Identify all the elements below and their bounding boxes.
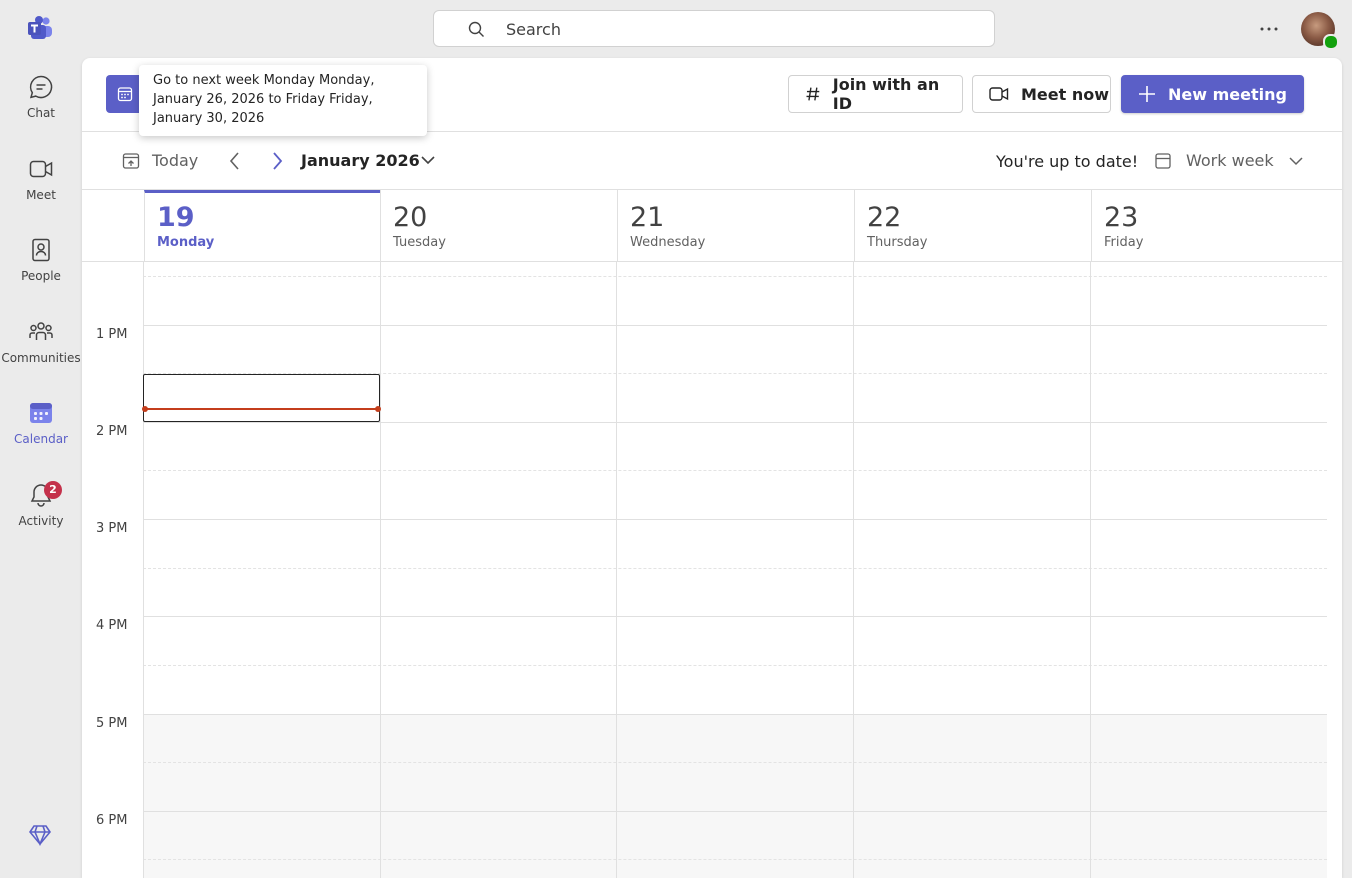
rail-label-communities: Communities bbox=[1, 351, 81, 365]
calendar-panel: Join with an ID Meet now New meeting Tod… bbox=[82, 58, 1342, 878]
video-icon bbox=[989, 87, 1009, 101]
column-divider bbox=[380, 262, 381, 878]
month-label[interactable]: January 2026 bbox=[301, 151, 420, 170]
activity-badge: 2 bbox=[44, 481, 62, 499]
search-box[interactable] bbox=[433, 10, 995, 47]
time-label: 3 PM bbox=[96, 521, 128, 536]
selected-time-slot[interactable] bbox=[143, 374, 380, 422]
hour-line bbox=[143, 325, 1327, 326]
day-name: Monday bbox=[157, 235, 215, 250]
day-header-thursday[interactable]: 22 Thursday bbox=[854, 190, 1091, 262]
day-header-wednesday[interactable]: 21 Wednesday bbox=[617, 190, 854, 262]
half-hour-line bbox=[143, 762, 1327, 763]
more-options-icon[interactable] bbox=[1256, 18, 1282, 40]
half-hour-line bbox=[143, 276, 1327, 277]
rail-item-communities[interactable]: Communities bbox=[0, 319, 82, 387]
app-rail: Chat Meet People Communities Calendar 2 … bbox=[0, 0, 82, 878]
rail-item-calendar[interactable]: Calendar bbox=[0, 400, 82, 468]
previous-week-chevron-icon[interactable] bbox=[228, 151, 242, 171]
day-header-monday[interactable]: 19 Monday bbox=[144, 190, 380, 262]
day-name: Friday bbox=[1104, 235, 1144, 250]
time-label: 1 PM bbox=[96, 327, 128, 342]
rail-label-meet: Meet bbox=[26, 188, 56, 202]
calendar-icon bbox=[30, 403, 52, 423]
presence-available-icon bbox=[1323, 34, 1339, 50]
new-meeting-label: New meeting bbox=[1168, 84, 1287, 104]
premium-diamond-icon[interactable] bbox=[28, 823, 52, 847]
day-headers: 19 Monday 20 Tuesday 21 Wednesday 22 Thu… bbox=[82, 190, 1342, 262]
search-input[interactable] bbox=[506, 17, 966, 41]
current-time-dot bbox=[142, 406, 148, 412]
view-label: Work week bbox=[1186, 151, 1274, 170]
rail-item-activity[interactable]: 2 Activity bbox=[0, 481, 82, 550]
today-calendar-icon bbox=[122, 152, 140, 169]
join-with-id-button[interactable]: Join with an ID bbox=[788, 75, 963, 113]
work-week-view-icon bbox=[1155, 152, 1171, 169]
view-switcher[interactable]: Work week bbox=[1154, 151, 1304, 170]
sync-status-text: You're up to date! bbox=[996, 152, 1139, 171]
join-with-id-label: Join with an ID bbox=[832, 75, 940, 113]
month-dropdown-chevron-icon[interactable] bbox=[420, 154, 436, 166]
today-label: Today bbox=[152, 151, 199, 170]
hashtag-icon bbox=[806, 87, 820, 101]
hour-line bbox=[143, 714, 1327, 715]
half-hour-line bbox=[143, 568, 1327, 569]
next-week-chevron-icon[interactable] bbox=[270, 151, 284, 171]
people-icon bbox=[32, 238, 50, 262]
rail-label-activity: Activity bbox=[18, 514, 64, 528]
day-number: 20 bbox=[393, 202, 428, 233]
time-label: 2 PM bbox=[96, 424, 128, 439]
hour-line bbox=[143, 811, 1327, 812]
today-button[interactable]: Today bbox=[122, 151, 198, 170]
day-name: Tuesday bbox=[393, 235, 446, 250]
teams-logo-icon[interactable] bbox=[26, 15, 54, 41]
rail-item-people[interactable]: People bbox=[0, 237, 82, 305]
time-label: 6 PM bbox=[96, 813, 128, 828]
meet-now-button[interactable]: Meet now bbox=[972, 75, 1111, 113]
day-name: Wednesday bbox=[630, 235, 706, 250]
time-label: 4 PM bbox=[96, 618, 128, 633]
calendar-icon bbox=[117, 87, 133, 102]
video-icon bbox=[29, 160, 53, 178]
time-label: 5 PM bbox=[96, 716, 128, 731]
column-divider bbox=[1090, 262, 1091, 878]
day-header-friday[interactable]: 23 Friday bbox=[1091, 190, 1342, 262]
half-hour-line bbox=[143, 470, 1327, 471]
rail-label-calendar: Calendar bbox=[14, 432, 68, 446]
rail-item-chat[interactable]: Chat bbox=[0, 74, 82, 142]
half-hour-line bbox=[143, 859, 1327, 860]
column-divider bbox=[616, 262, 617, 878]
rail-item-meet[interactable]: Meet bbox=[0, 156, 82, 224]
day-name: Thursday bbox=[867, 235, 928, 250]
communities-icon bbox=[29, 322, 53, 340]
day-header-tuesday[interactable]: 20 Tuesday bbox=[380, 190, 617, 262]
search-icon bbox=[468, 21, 484, 37]
new-meeting-button[interactable]: New meeting bbox=[1121, 75, 1304, 113]
time-grid[interactable]: 1 PM 2 PM 3 PM 4 PM 5 PM 6 PM bbox=[82, 262, 1342, 878]
rail-label-chat: Chat bbox=[26, 106, 56, 120]
day-number: 19 bbox=[157, 202, 195, 233]
day-number: 23 bbox=[1104, 202, 1139, 233]
view-dropdown-chevron-icon bbox=[1289, 156, 1303, 165]
next-week-tooltip: Go to next week Monday Monday, January 2… bbox=[139, 65, 427, 136]
day-number: 21 bbox=[630, 202, 665, 233]
half-hour-line bbox=[143, 665, 1327, 666]
user-avatar[interactable] bbox=[1301, 12, 1339, 50]
hour-line bbox=[143, 422, 1327, 423]
column-divider bbox=[853, 262, 854, 878]
chat-icon bbox=[29, 75, 53, 99]
hour-line bbox=[143, 519, 1327, 520]
plus-icon bbox=[1139, 86, 1155, 102]
meet-now-label: Meet now bbox=[1021, 84, 1110, 104]
day-number: 22 bbox=[867, 202, 902, 233]
current-time-indicator bbox=[144, 408, 379, 410]
rail-label-people: People bbox=[21, 269, 61, 283]
hour-line bbox=[143, 616, 1327, 617]
column-divider bbox=[143, 262, 144, 878]
current-time-dot bbox=[375, 406, 381, 412]
after-hours-shading bbox=[143, 714, 1327, 878]
calendar-toolbar: Today January 2026 You're up to date! Wo… bbox=[82, 132, 1342, 190]
